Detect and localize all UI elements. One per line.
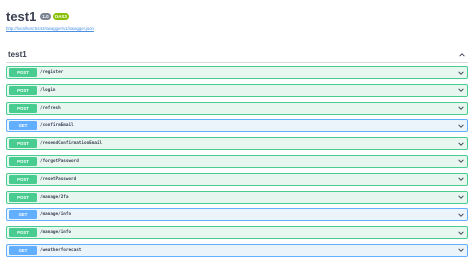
chevron-down-icon[interactable] bbox=[457, 104, 465, 112]
method-badge: GET bbox=[9, 210, 37, 220]
operation-path: /manage/2fa bbox=[40, 194, 69, 200]
method-badge: POST bbox=[9, 192, 37, 202]
tag-name: test1 bbox=[8, 50, 27, 59]
chevron-down-icon[interactable] bbox=[457, 211, 465, 219]
oas-badge: OAS3 bbox=[52, 13, 69, 20]
chevron-down-icon[interactable] bbox=[457, 140, 465, 148]
operation-post[interactable]: POST/resendConfirmationEmail bbox=[6, 137, 468, 151]
chevron-down-icon[interactable] bbox=[457, 193, 465, 201]
method-badge: POST bbox=[9, 85, 37, 95]
method-badge: POST bbox=[9, 228, 37, 238]
chevron-up-icon[interactable] bbox=[458, 51, 466, 59]
operation-post[interactable]: POST/login bbox=[6, 83, 468, 97]
operation-path: /register bbox=[40, 70, 64, 75]
chevron-down-icon[interactable] bbox=[457, 246, 465, 254]
operation-get[interactable]: GET/weatherforecast bbox=[6, 243, 468, 257]
method-badge: GET bbox=[9, 245, 37, 255]
operation-post[interactable]: POST/manage/2fa bbox=[6, 190, 468, 204]
operation-path: /manage/info bbox=[40, 230, 72, 236]
operation-path: /resendConfirmationEmail bbox=[40, 141, 103, 147]
title-row: test1 1.0 OAS3 bbox=[6, 9, 94, 24]
chevron-down-icon[interactable] bbox=[457, 86, 465, 94]
api-info: test1 1.0 OAS3 http://localhost:5442/swa… bbox=[6, 9, 94, 31]
operation-path: /confirmEmail bbox=[40, 123, 74, 129]
chevron-down-icon[interactable] bbox=[457, 69, 465, 77]
operation-path: /refresh bbox=[40, 105, 61, 111]
method-badge: POST bbox=[9, 68, 37, 77]
operation-post[interactable]: POST/manage/info bbox=[6, 226, 468, 240]
api-title: test1 bbox=[6, 9, 37, 24]
chevron-down-icon[interactable] bbox=[457, 157, 465, 165]
operation-get[interactable]: GET/confirmEmail bbox=[6, 119, 468, 133]
operation-post[interactable]: POST/refresh bbox=[6, 101, 468, 115]
operation-path: /forgotPassword bbox=[40, 158, 79, 164]
operation-post[interactable]: POST/forgotPassword bbox=[6, 154, 468, 168]
tag-section: test1 POST/register POST/login POST/refres… bbox=[6, 47, 468, 262]
operation-path: /resetPassword bbox=[40, 176, 77, 182]
method-badge: GET bbox=[9, 121, 37, 131]
operation-post[interactable]: POST/resetPassword bbox=[6, 172, 468, 186]
operation-post[interactable]: POST/register bbox=[6, 66, 468, 79]
chevron-down-icon[interactable] bbox=[457, 229, 465, 237]
method-badge: POST bbox=[9, 103, 37, 113]
method-badge: POST bbox=[9, 174, 37, 184]
spec-url-link[interactable]: http://localhost:5442/swagger/v1/swagger… bbox=[6, 26, 94, 31]
method-badge: POST bbox=[9, 139, 37, 149]
operations-list: POST/register POST/login POST/refresh GET/c… bbox=[6, 66, 468, 257]
operation-path: /weatherforecast bbox=[40, 247, 82, 253]
operation-path: /manage/info bbox=[40, 212, 72, 218]
chevron-down-icon[interactable] bbox=[457, 122, 465, 130]
method-badge: POST bbox=[9, 156, 37, 166]
version-badge: 1.0 bbox=[40, 13, 51, 20]
operation-get[interactable]: GET/manage/info bbox=[6, 208, 468, 222]
tag-header[interactable]: test1 bbox=[6, 47, 468, 63]
operation-path: /login bbox=[40, 87, 56, 93]
chevron-down-icon[interactable] bbox=[457, 175, 465, 183]
